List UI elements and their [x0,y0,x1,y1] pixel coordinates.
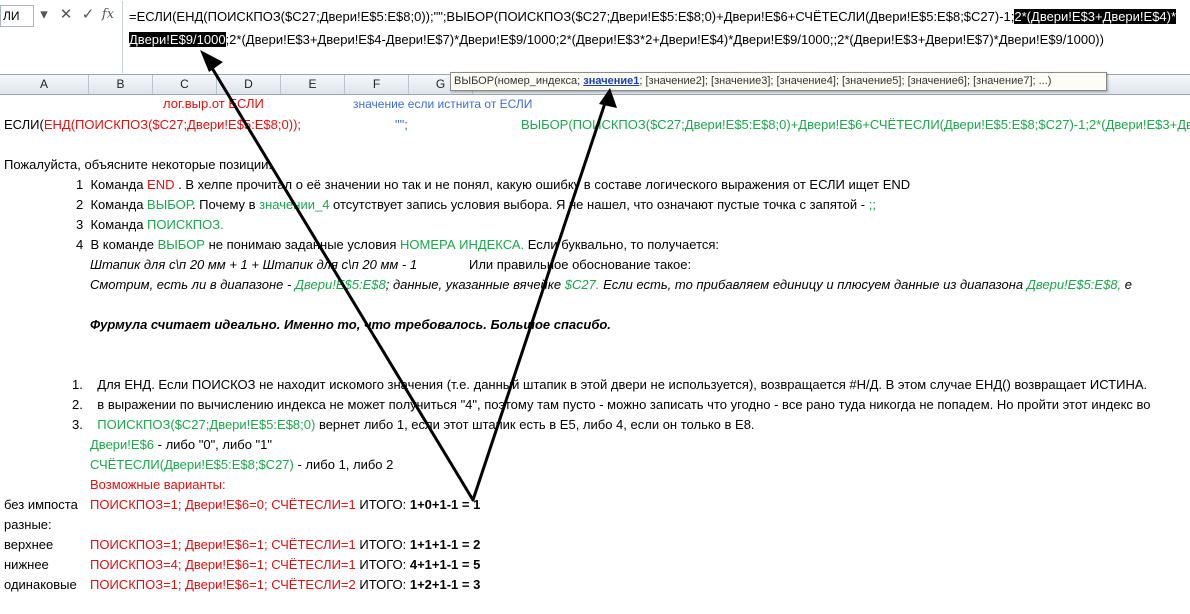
arrow-head-right [599,88,617,108]
arrow-head-left [200,50,223,72]
arrow-line-right [471,95,609,502]
arrow-line-left [204,56,475,502]
annotation-arrows [200,50,617,502]
